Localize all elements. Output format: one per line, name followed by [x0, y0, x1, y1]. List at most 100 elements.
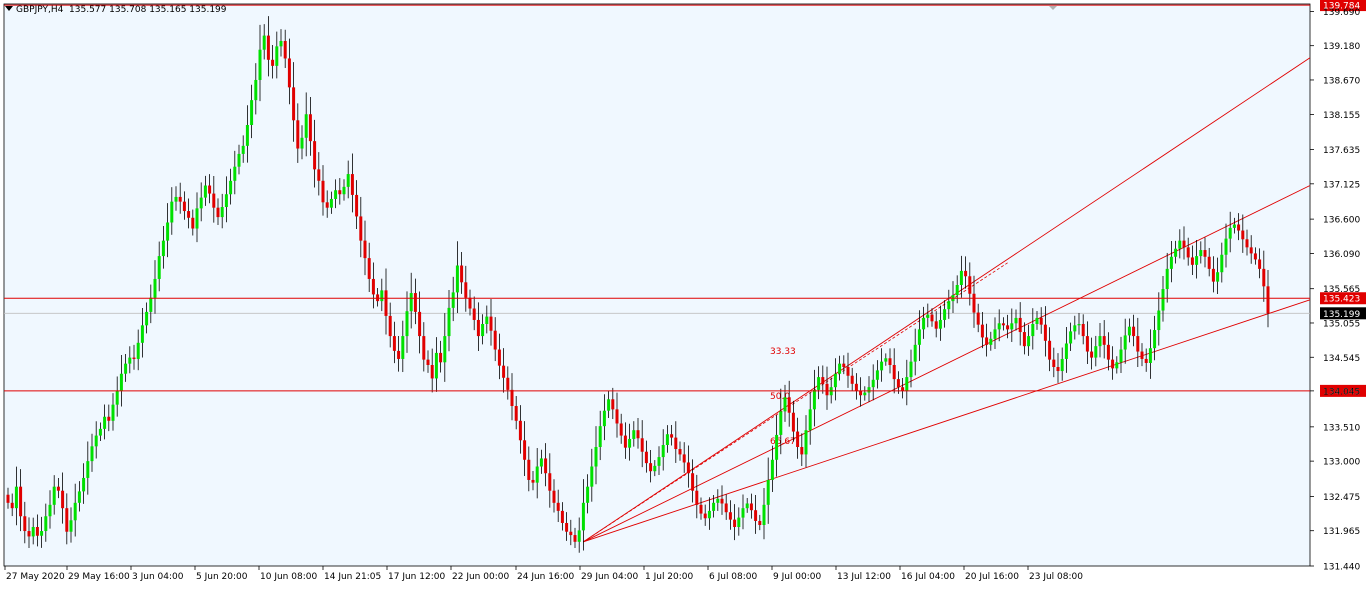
candle-body: [922, 317, 926, 330]
candle-body: [573, 535, 577, 542]
candle-body: [157, 256, 161, 279]
candle-body: [552, 490, 556, 503]
candle-body: [1090, 351, 1094, 358]
candle-body: [850, 375, 854, 384]
candle-body: [649, 463, 653, 472]
candle-body: [867, 387, 871, 393]
candle-body: [103, 416, 107, 429]
candle-body: [1245, 239, 1249, 248]
x-tick-label: 3 Jun 04:00: [132, 572, 184, 582]
candle-body: [1178, 240, 1182, 249]
candle-body: [476, 319, 480, 337]
candle-body: [44, 516, 48, 532]
y-tick-label: 137.635: [1323, 146, 1360, 156]
candle-body: [325, 202, 329, 208]
candle-body: [69, 520, 73, 532]
y-tick-label: 133.000: [1323, 458, 1360, 468]
candle-body: [1064, 343, 1068, 359]
candle-body: [565, 522, 569, 532]
candle-body: [1018, 317, 1022, 333]
price-chart[interactable]: 33.3350.066.67 139.784135.423134.045 131…: [0, 0, 1366, 588]
candle-body: [422, 336, 426, 360]
candle-body: [229, 180, 233, 195]
candle-body: [283, 40, 287, 59]
candle-body: [1123, 335, 1127, 350]
candle-body: [854, 383, 858, 391]
candle-body: [787, 397, 791, 413]
x-tick-label: 29 May 16:00: [68, 572, 130, 582]
candle-body: [52, 486, 56, 505]
candle-body: [191, 217, 195, 229]
candle-body: [216, 207, 220, 218]
candle-body: [880, 361, 884, 371]
x-tick-label: 14 Jun 21:05: [324, 572, 381, 582]
candle-body: [145, 311, 149, 326]
candle-body: [712, 502, 716, 511]
candle-body: [817, 377, 821, 390]
candle-body: [392, 336, 396, 351]
candle-body: [581, 502, 585, 531]
candle-body: [678, 449, 682, 455]
chart-window[interactable]: 33.33 50.0 66.67 139.784 135.423 134.045 131…: [0, 0, 1366, 588]
candle-body: [10, 502, 14, 509]
candle-body: [1039, 317, 1043, 325]
candle-body: [707, 510, 711, 519]
candle-body: [132, 357, 136, 359]
candle-body: [1052, 359, 1056, 368]
candle-body: [304, 114, 308, 138]
candle-body: [623, 435, 627, 448]
candle-body: [1220, 254, 1224, 273]
candle-body: [661, 444, 665, 458]
candle-body: [934, 321, 938, 329]
candle-body: [892, 364, 896, 380]
plot-area[interactable]: [3, 3, 1311, 567]
x-tick-label: 23 Jul 08:00: [1029, 572, 1083, 582]
candle-body: [208, 185, 212, 194]
x-tick-label: 22 Jun 00:00: [452, 572, 509, 582]
candle-body: [40, 531, 44, 536]
level-price-label: 135.423: [1323, 295, 1360, 305]
candle-body: [254, 79, 258, 101]
candle-body: [569, 531, 573, 536]
candle-body: [531, 479, 535, 483]
candle-body: [1043, 324, 1047, 341]
candle-body: [212, 193, 216, 208]
candle-body: [1157, 310, 1161, 331]
candle-body: [409, 293, 413, 312]
fan-level-label: 66.67: [770, 437, 796, 447]
candle-body: [926, 314, 930, 318]
collapse-triangle-icon[interactable]: [5, 6, 13, 11]
candle-body: [720, 498, 724, 504]
candle-body: [506, 377, 510, 390]
ohlc-values: 135.577 135.708 135.165 135.199: [69, 5, 227, 15]
candle-body: [539, 458, 543, 467]
candle-body: [124, 363, 128, 374]
candle-body: [594, 447, 598, 467]
y-tick-label: 135.565: [1323, 285, 1360, 295]
candle-body: [980, 324, 984, 338]
candle-body: [1211, 268, 1215, 282]
candle-body: [447, 307, 451, 337]
candle-body: [245, 125, 249, 146]
candle-body: [628, 438, 632, 448]
candle-body: [355, 194, 359, 217]
candle-body: [73, 502, 77, 521]
candle-body: [724, 503, 728, 513]
candle-body: [271, 59, 275, 66]
candle-body: [321, 180, 325, 203]
candle-body: [1195, 256, 1199, 265]
x-tick-label: 10 Jun 08:00: [260, 572, 317, 582]
candle-body: [430, 364, 434, 379]
candle-body: [363, 240, 367, 259]
x-tick-label: 5 Jun 20:00: [196, 572, 248, 582]
candle-body: [94, 435, 98, 447]
candle-body: [14, 486, 18, 509]
candle-body: [1035, 317, 1039, 324]
candle-body: [833, 373, 837, 388]
candle-body: [1199, 250, 1203, 257]
candle-body: [1136, 336, 1140, 352]
candle-body: [602, 410, 606, 427]
candle-body: [65, 508, 69, 532]
candle-body: [699, 504, 703, 514]
candle-body: [1266, 286, 1270, 314]
